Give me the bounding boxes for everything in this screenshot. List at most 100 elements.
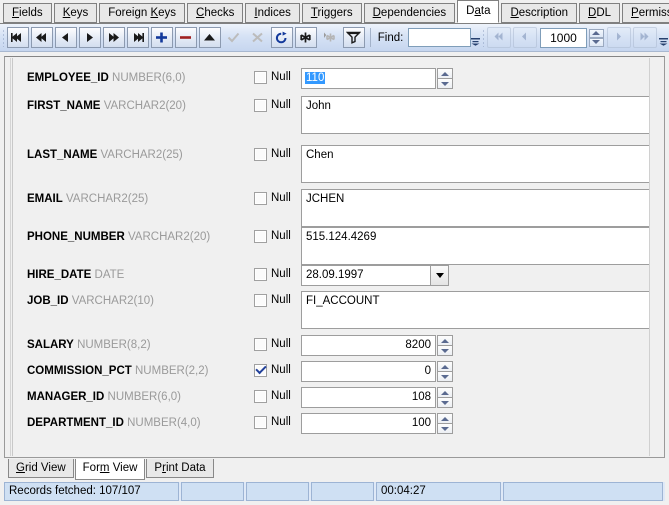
stepper-up-icon[interactable] xyxy=(437,387,453,397)
stepper-down-icon[interactable] xyxy=(437,371,453,382)
tab-fields[interactable]: Fields xyxy=(3,3,52,23)
view-tab-print-data[interactable]: Print Data xyxy=(146,459,214,478)
field-input-phone_number[interactable]: 515.124.4269 xyxy=(301,227,650,265)
status-records-fetched: Records fetched: 107/107 xyxy=(4,482,179,501)
page-size-stepper[interactable] xyxy=(588,27,604,48)
delete-record-button[interactable] xyxy=(174,27,197,48)
stepper-down-icon[interactable] xyxy=(437,397,453,408)
number-value[interactable]: 110 xyxy=(301,68,436,89)
null-toggle-email[interactable]: Null xyxy=(254,191,291,205)
previous-record-button[interactable] xyxy=(54,27,77,48)
last-record-button[interactable] xyxy=(126,27,149,48)
checkbox-icon[interactable] xyxy=(254,389,267,403)
calendar-dropdown-button[interactable] xyxy=(430,265,449,286)
field-input-salary[interactable]: 8200 xyxy=(301,335,453,356)
stepper-up-icon[interactable] xyxy=(437,335,453,345)
stepper-down-icon[interactable] xyxy=(588,37,604,47)
number-stepper[interactable] xyxy=(437,68,453,89)
null-label: Null xyxy=(271,230,291,242)
field-input-department_id[interactable]: 100 xyxy=(301,413,453,434)
view-tab-form-view[interactable]: Form View xyxy=(74,459,146,480)
stepper-down-icon[interactable] xyxy=(437,78,453,89)
tab-triggers[interactable]: Triggers xyxy=(301,3,362,23)
stepper-down-icon[interactable] xyxy=(437,345,453,356)
checkbox-icon[interactable] xyxy=(254,147,267,161)
number-stepper[interactable] xyxy=(437,335,453,356)
first-page-button[interactable] xyxy=(486,27,511,48)
null-toggle-employee_id[interactable]: Null xyxy=(254,70,291,84)
view-tab-grid-view[interactable]: Grid View xyxy=(8,459,74,478)
checkbox-icon[interactable] xyxy=(254,191,267,205)
null-toggle-manager_id[interactable]: Null xyxy=(254,389,291,403)
checkbox-icon[interactable] xyxy=(254,229,267,243)
number-stepper[interactable] xyxy=(437,413,453,434)
field-input-commission_pct[interactable]: 0 xyxy=(301,361,453,382)
find-input[interactable] xyxy=(408,28,472,47)
edit-record-button[interactable] xyxy=(198,27,221,48)
null-toggle-last_name[interactable]: Null xyxy=(254,147,291,161)
field-input-first_name[interactable]: John xyxy=(301,96,650,134)
null-toggle-phone_number[interactable]: Null xyxy=(254,229,291,243)
checkbox-icon[interactable] xyxy=(254,293,267,307)
stepper-up-icon[interactable] xyxy=(437,68,453,78)
field-input-job_id[interactable]: FI_ACCOUNT xyxy=(301,291,650,329)
tab-permissions[interactable]: Permissions xyxy=(622,3,669,23)
null-toggle-first_name[interactable]: Null xyxy=(254,98,291,112)
field-input-hire_date[interactable]: 28.09.1997 xyxy=(301,265,449,286)
tab-ddl[interactable]: DDL xyxy=(579,3,621,23)
checkbox-icon[interactable] xyxy=(254,363,267,377)
tab-dependencies[interactable]: Dependencies xyxy=(363,3,456,23)
null-toggle-hire_date[interactable]: Null xyxy=(254,267,291,281)
find-options-dropdown[interactable] xyxy=(471,27,481,48)
set-null-button[interactable] xyxy=(294,27,317,48)
number-value[interactable]: 0 xyxy=(301,361,436,382)
first-record-button[interactable] xyxy=(6,27,29,48)
checkbox-icon[interactable] xyxy=(254,267,267,281)
null-toggle-job_id[interactable]: Null xyxy=(254,293,291,307)
last-page-button[interactable] xyxy=(632,27,657,48)
pager-grip[interactable] xyxy=(483,28,484,47)
null-toggle-commission_pct[interactable]: Null xyxy=(254,363,291,377)
field-input-last_name[interactable]: Chen xyxy=(301,145,650,183)
page-size-input[interactable]: 1000 xyxy=(539,27,587,48)
stepper-up-icon[interactable] xyxy=(437,413,453,423)
insert-record-button[interactable] xyxy=(150,27,173,48)
tab-foreign-keys[interactable]: Foreign Keys xyxy=(99,3,186,23)
filter-button[interactable] xyxy=(342,27,365,48)
pager-options-dropdown[interactable] xyxy=(658,27,669,48)
prev-page-button[interactable] xyxy=(512,27,537,48)
toolbar-grip[interactable] xyxy=(3,28,4,47)
stepper-up-icon[interactable] xyxy=(588,28,604,38)
field-input-manager_id[interactable]: 108 xyxy=(301,387,453,408)
stepper-down-icon[interactable] xyxy=(437,423,453,434)
number-stepper[interactable] xyxy=(437,387,453,408)
number-stepper[interactable] xyxy=(437,361,453,382)
refresh-button[interactable] xyxy=(270,27,293,48)
tab-indices[interactable]: Indices xyxy=(245,3,300,23)
tab-keys[interactable]: Keys xyxy=(53,3,98,23)
tab-checks[interactable]: Checks xyxy=(187,3,244,23)
stepper-up-icon[interactable] xyxy=(437,361,453,371)
checkbox-icon[interactable] xyxy=(254,98,267,112)
number-value[interactable]: 100 xyxy=(301,413,436,434)
next-page-button[interactable] xyxy=(606,27,631,48)
null-toggle-salary[interactable]: Null xyxy=(254,337,291,351)
next-record-button[interactable] xyxy=(78,27,101,48)
field-input-employee_id[interactable]: 110 xyxy=(301,68,453,89)
field-input-email[interactable]: JCHEN xyxy=(301,189,650,227)
fast-backward-button[interactable] xyxy=(30,27,53,48)
first-icon xyxy=(10,31,25,44)
number-value[interactable]: 108 xyxy=(301,387,436,408)
checkbox-icon[interactable] xyxy=(254,70,267,84)
date-value[interactable]: 28.09.1997 xyxy=(301,265,430,286)
number-value[interactable]: 8200 xyxy=(301,335,436,356)
back-icon xyxy=(58,31,73,44)
tab-data[interactable]: Data xyxy=(457,0,500,23)
checkbox-icon[interactable] xyxy=(254,415,267,429)
null-toggle-department_id[interactable]: Null xyxy=(254,415,291,429)
status-bar: Records fetched: 107/107 00:04:27 xyxy=(4,482,665,501)
form-left-splitter[interactable] xyxy=(6,58,11,456)
tab-description[interactable]: Description xyxy=(501,3,577,23)
fast-forward-button[interactable] xyxy=(102,27,125,48)
checkbox-icon[interactable] xyxy=(254,337,267,351)
